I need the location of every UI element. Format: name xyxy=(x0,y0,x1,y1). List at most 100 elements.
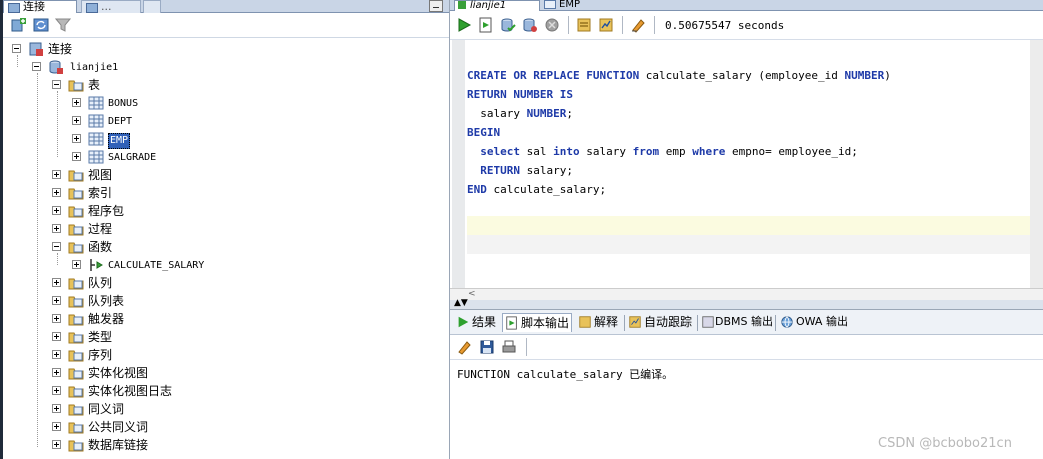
run-statement-icon[interactable] xyxy=(456,17,472,33)
rollback-icon[interactable] xyxy=(522,17,538,33)
worksheet-icon xyxy=(458,1,466,9)
tree-table[interactable]: EMP xyxy=(72,130,372,149)
tab-dbms-output[interactable]: DBMS 输出 xyxy=(699,313,773,331)
expand-icon[interactable] xyxy=(52,404,61,413)
collapse-icon[interactable] xyxy=(32,62,41,71)
tab-owa-output[interactable]: OWA 输出 xyxy=(778,313,850,331)
expand-icon[interactable] xyxy=(72,98,81,107)
tree-group[interactable]: 程序包 xyxy=(52,202,352,220)
folder-icon xyxy=(68,314,84,326)
autotrace-icon xyxy=(629,316,641,328)
tab-script-output[interactable]: 脚本输出 xyxy=(502,313,572,332)
expand-icon[interactable] xyxy=(52,332,61,341)
folder-icon xyxy=(68,368,84,380)
code-text: sal xyxy=(520,145,554,158)
tree-group[interactable]: 数据库链接 xyxy=(52,436,352,454)
tab-connections-label: 连接 xyxy=(23,0,45,13)
tree-table[interactable]: SALGRADE xyxy=(72,148,372,166)
save-icon[interactable] xyxy=(479,339,495,355)
tree-group[interactable]: 实体化视图日志 xyxy=(52,382,352,400)
tree-function[interactable]: CALCULATE_SALARY xyxy=(72,256,372,274)
clear-output-icon[interactable] xyxy=(456,339,472,355)
clear-icon[interactable] xyxy=(630,17,646,33)
expand-icon[interactable] xyxy=(72,260,81,269)
expand-icon[interactable] xyxy=(52,278,61,287)
run-script-icon[interactable] xyxy=(478,17,494,33)
folder-icon xyxy=(68,170,84,182)
code-line: salary NUMBER; xyxy=(467,104,891,123)
collapse-icon[interactable] xyxy=(52,80,61,89)
tab-explain[interactable]: 解释 xyxy=(576,313,622,331)
database-connections-icon xyxy=(29,42,43,56)
expand-icon[interactable] xyxy=(52,170,61,179)
refresh-icon[interactable] xyxy=(33,17,49,33)
expand-icon[interactable] xyxy=(52,224,61,233)
toolbar-separator xyxy=(654,16,655,34)
tab-worksheet[interactable]: lianjie1 xyxy=(454,0,540,11)
tree-table[interactable]: BONUS xyxy=(72,94,372,112)
tab-worksheet-label: lianjie1 xyxy=(470,0,507,11)
tree-group[interactable]: 队列表 xyxy=(52,292,352,310)
minimize-button[interactable] xyxy=(429,0,443,12)
tree-group-functions[interactable]: 函数 xyxy=(52,238,352,256)
add-connection-icon[interactable] xyxy=(11,17,27,33)
tree-group[interactable]: 序列 xyxy=(52,346,352,364)
expand-icon[interactable] xyxy=(52,422,61,431)
tables-group-label: 表 xyxy=(88,78,101,92)
tab-autotrace[interactable]: 自动跟踪 xyxy=(626,313,696,331)
tab-results[interactable]: 结果 xyxy=(454,313,500,331)
expand-icon[interactable] xyxy=(52,188,61,197)
tree-table[interactable]: DEPT xyxy=(72,112,372,130)
tree-group[interactable]: 触发器 xyxy=(52,310,352,328)
commit-icon[interactable] xyxy=(500,17,516,33)
expand-icon[interactable] xyxy=(52,386,61,395)
collapse-icon[interactable] xyxy=(52,242,61,251)
code-keyword: CREATE OR REPLACE FUNCTION xyxy=(467,69,640,82)
tab-emp-label: EMP xyxy=(559,0,580,10)
folder-icon xyxy=(68,224,84,236)
tab-emp[interactable]: EMP xyxy=(544,0,594,10)
cancel-icon[interactable] xyxy=(544,17,560,33)
expand-icon[interactable] xyxy=(52,368,61,377)
expand-icon[interactable] xyxy=(52,350,61,359)
explain-plan-icon[interactable] xyxy=(576,17,592,33)
expand-icon[interactable] xyxy=(52,296,61,305)
expand-icon[interactable] xyxy=(52,314,61,323)
scroll-left-icon[interactable]: < xyxy=(468,289,476,300)
code-line: END calculate_salary; xyxy=(467,180,891,199)
tree-root[interactable]: 连接 xyxy=(12,40,312,58)
splitter[interactable]: ▲▼ xyxy=(450,298,1043,310)
tree-group[interactable]: 索引 xyxy=(52,184,352,202)
autotrace-icon[interactable] xyxy=(598,17,614,33)
tree-group[interactable]: 公共同义词 xyxy=(52,418,352,436)
expand-icon[interactable] xyxy=(72,116,81,125)
script-output-message: FUNCTION calculate_salary 已编译。 xyxy=(457,368,674,381)
tree-group[interactable]: 队列 xyxy=(52,274,352,292)
tree-group[interactable]: 同义词 xyxy=(52,400,352,418)
expand-icon[interactable] xyxy=(52,440,61,449)
horizontal-scrollbar[interactable]: < xyxy=(450,288,1043,300)
tree-group[interactable]: 过程 xyxy=(52,220,352,238)
sql-editor[interactable]: CREATE OR REPLACE FUNCTION calculate_sal… xyxy=(450,40,1043,288)
tab-files[interactable] xyxy=(143,0,161,13)
tab-separator xyxy=(775,315,776,331)
connection-label: lianjie1 xyxy=(70,62,119,73)
expand-icon[interactable] xyxy=(72,134,81,143)
tree-group[interactable]: 实体化视图 xyxy=(52,364,352,382)
tree-group[interactable]: 视图 xyxy=(52,166,352,184)
table-label: BONUS xyxy=(108,98,139,109)
print-icon[interactable] xyxy=(501,339,517,355)
code-text: calculate_salary (employee_id xyxy=(639,69,845,82)
split-arrows-icon[interactable]: ▲▼ xyxy=(454,298,468,308)
collapse-icon[interactable] xyxy=(12,44,21,53)
tab-reports[interactable]: ... xyxy=(81,0,141,13)
tree-group[interactable]: 类型 xyxy=(52,328,352,346)
expand-icon[interactable] xyxy=(52,206,61,215)
expand-icon[interactable] xyxy=(72,152,81,161)
tab-connections[interactable]: 连接 xyxy=(3,0,77,13)
tree-connection[interactable]: lianjie1 xyxy=(32,58,332,76)
tree-line xyxy=(37,73,38,447)
tree-group-tables[interactable]: 表 xyxy=(52,76,352,94)
filter-icon[interactable] xyxy=(55,17,71,33)
